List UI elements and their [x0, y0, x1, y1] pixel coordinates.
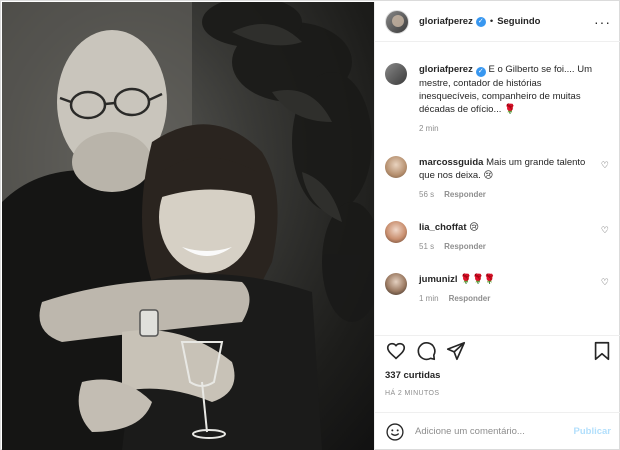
- post-header: gloriafperez ✓ • Seguindo ···: [375, 2, 620, 42]
- photo-illustration: [2, 2, 374, 450]
- reply-button[interactable]: Responder: [449, 294, 491, 303]
- bookmark-icon[interactable]: [591, 340, 613, 362]
- comment-item: jumunizl 🌹🌹🌹 1 min Responder ♡: [385, 273, 615, 305]
- comment-time: 1 min: [419, 294, 439, 303]
- comment-text: 🌹🌹🌹: [460, 274, 496, 285]
- comment-meta: 56 s Responder: [419, 188, 599, 201]
- post-caption: gloriafperez ✓ E o Gilberto se foi.... Um…: [385, 63, 615, 135]
- follow-status-button[interactable]: Seguindo: [497, 16, 540, 27]
- post-time: HÁ 2 MINUTOS: [385, 390, 440, 397]
- comment-meta: 51 s Responder: [419, 240, 599, 253]
- verified-badge-icon: ✓: [475, 67, 486, 77]
- comment-like-heart-icon[interactable]: ♡: [601, 160, 609, 171]
- publish-button[interactable]: Publicar: [574, 426, 612, 437]
- author-avatar[interactable]: [385, 9, 409, 34]
- comment-time: 51 s: [419, 242, 435, 251]
- comment-like-heart-icon[interactable]: ♡: [601, 277, 609, 288]
- comment-body: jumunizl 🌹🌹🌹 1 min Responder: [419, 273, 599, 305]
- heart-icon[interactable]: [385, 340, 407, 362]
- comment-item: lia_choffat 😢 51 s Responder ♡: [385, 221, 615, 253]
- post-photo[interactable]: [2, 2, 374, 450]
- separator-dot: •: [489, 16, 494, 27]
- more-options-icon[interactable]: ···: [594, 14, 611, 30]
- caption-username[interactable]: gloriafperez: [419, 64, 473, 75]
- comment-username[interactable]: lia_choffat: [419, 222, 467, 233]
- caption-time: 2 min: [419, 124, 439, 133]
- comments-list: gloriafperez ✓ E o Gilberto se foi.... Um…: [375, 43, 620, 335]
- action-icons: [385, 340, 613, 366]
- comment-meta: 1 min Responder: [419, 292, 599, 305]
- comment-body: marcossguida Mais um grande talento que …: [419, 156, 599, 201]
- author-username[interactable]: gloriafperez: [419, 16, 473, 27]
- paper-plane-icon[interactable]: [445, 340, 467, 362]
- comment-body: lia_choffat 😢 51 s Responder: [419, 221, 599, 253]
- commenter-avatar[interactable]: [385, 156, 407, 178]
- likes-count[interactable]: 337 curtidas: [385, 370, 440, 381]
- comment-like-heart-icon[interactable]: ♡: [601, 225, 609, 236]
- reply-button[interactable]: Responder: [444, 242, 486, 251]
- comment-input[interactable]: [415, 426, 565, 437]
- commenter-avatar[interactable]: [385, 273, 407, 295]
- caption-meta: 2 min: [419, 122, 599, 135]
- comment-username[interactable]: marcossguida: [419, 157, 483, 168]
- post-modal: gloriafperez ✓ • Seguindo ··· gloriafper…: [0, 0, 620, 450]
- commenter-avatar[interactable]: [385, 221, 407, 243]
- comment-username[interactable]: jumunizl: [419, 274, 458, 285]
- comment-composer: Publicar: [375, 412, 620, 450]
- comment-text: 😢: [469, 222, 480, 233]
- reply-button[interactable]: Responder: [444, 190, 486, 199]
- emoji-icon[interactable]: [385, 422, 405, 442]
- author-avatar-small[interactable]: [385, 63, 407, 85]
- post-side-panel: gloriafperez ✓ • Seguindo ··· gloriafper…: [374, 2, 620, 450]
- comment-item: marcossguida Mais um grande talento que …: [385, 156, 615, 201]
- comment-bubble-icon[interactable]: [415, 340, 437, 362]
- caption-body: gloriafperez ✓ E o Gilberto se foi.... Um…: [419, 63, 599, 135]
- verified-badge-icon: ✓: [475, 16, 486, 27]
- comment-time: 56 s: [419, 190, 435, 199]
